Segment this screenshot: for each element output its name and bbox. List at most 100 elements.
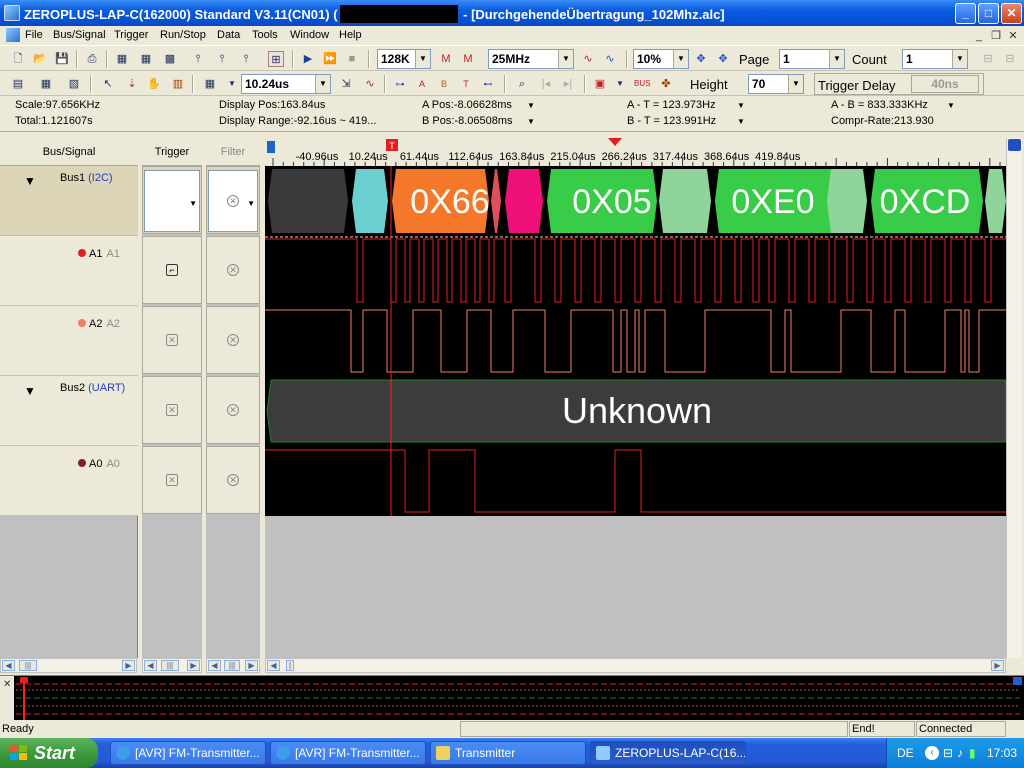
- list-view-icon[interactable]: ▤: [10, 76, 26, 92]
- task-browser-1[interactable]: [AVR] FM-Transmitter...: [110, 741, 266, 765]
- a-pos-dropdown-icon[interactable]: ▼: [527, 101, 535, 110]
- maximize-button[interactable]: □: [978, 3, 999, 24]
- grid-menu-icon[interactable]: ▦: [202, 76, 218, 92]
- expand-triangle-icon[interactable]: ▼: [24, 174, 36, 188]
- dont-care-icon[interactable]: ✕: [166, 334, 178, 346]
- dont-care-icon[interactable]: ✕: [166, 474, 178, 486]
- menu-run-stop[interactable]: Run/Stop: [160, 29, 206, 41]
- hand-tool-icon[interactable]: ✋: [146, 76, 162, 92]
- signal-row-bus2[interactable]: ▼ Bus2 (UART): [0, 376, 138, 446]
- trigger-delay-field[interactable]: 40ns: [911, 75, 979, 93]
- zoom-select[interactable]: 10% ▼: [633, 49, 689, 69]
- minimize-button[interactable]: _: [955, 3, 976, 24]
- filter-cell-a2[interactable]: ✕: [206, 306, 260, 374]
- start-button[interactable]: Start: [0, 738, 98, 768]
- time-up-icon[interactable]: ∿: [362, 76, 378, 92]
- open-folder-icon[interactable]: 📂: [32, 51, 48, 67]
- trigger-cell-bus1[interactable]: ▼: [142, 166, 202, 234]
- signal-row-a0[interactable]: A0 A0: [0, 446, 138, 516]
- trigger-cell-a2[interactable]: ✕: [142, 306, 202, 374]
- waveform-canvas[interactable]: 0X66 0X05 0XE0 0XCD Unknown: [265, 166, 1006, 516]
- overview-strip[interactable]: ✕: [0, 675, 1024, 721]
- close-button[interactable]: ✕: [1001, 3, 1022, 24]
- dont-care-icon[interactable]: ✕: [166, 404, 178, 416]
- signal-tool-3-icon[interactable]: ⫯: [238, 51, 254, 67]
- signal-row-bus1[interactable]: ▼ Bus1 (I2C): [0, 166, 138, 236]
- task-browser-2[interactable]: [AVR] FM-Transmitter...: [270, 741, 426, 765]
- signal-row-a2[interactable]: A2 A2: [0, 306, 138, 376]
- export-icon[interactable]: ▧: [66, 76, 82, 92]
- run-icon[interactable]: ▶: [300, 51, 316, 67]
- trigger-bus1-select[interactable]: ▼: [144, 170, 200, 232]
- signal-panel-scrollbar[interactable]: ◀ ||| ▶: [0, 658, 137, 673]
- document-icon[interactable]: [6, 28, 20, 42]
- zoom-out-icon[interactable]: ✥: [715, 51, 731, 67]
- filter-off-icon[interactable]: ✕: [227, 264, 239, 276]
- memory-up-icon[interactable]: M: [438, 51, 454, 67]
- memory-down-icon[interactable]: M: [460, 51, 476, 67]
- trigger-scrollbar[interactable]: ◀ ||| ▶: [142, 658, 202, 673]
- filter-off-icon[interactable]: ✕: [227, 474, 239, 486]
- rate-up-icon[interactable]: ∿: [580, 51, 596, 67]
- signal-row-a1[interactable]: A1 A1: [0, 236, 138, 306]
- a-b-dropdown-icon[interactable]: ▼: [947, 101, 955, 110]
- task-zeroplus[interactable]: ZEROPLUS-LAP-C(16...: [590, 741, 746, 765]
- signal-strength-icon[interactable]: ▮: [969, 746, 976, 760]
- menu-file[interactable]: File: [25, 29, 43, 41]
- trigger-settings-icon[interactable]: ⊞: [268, 51, 284, 67]
- task-folder[interactable]: Transmitter: [430, 741, 586, 765]
- signal-tool-1-icon[interactable]: ⫯: [190, 51, 206, 67]
- find-icon[interactable]: ⌕: [514, 76, 530, 92]
- waveform-scrollbar[interactable]: ◀ | ▶: [265, 658, 1006, 673]
- signal-tool-2-icon[interactable]: ⫯: [214, 51, 230, 67]
- menu-tools[interactable]: Tools: [252, 29, 278, 41]
- page-select[interactable]: 1 ▼: [779, 49, 845, 69]
- filter-cell-bus1[interactable]: ▼ ✕: [206, 166, 260, 234]
- time-down-icon[interactable]: ⇲: [338, 76, 354, 92]
- filter-cell-a1[interactable]: ✕: [206, 236, 260, 304]
- packet-icon[interactable]: ✤: [658, 76, 674, 92]
- grid-tool-2-icon[interactable]: ▦: [138, 51, 154, 67]
- tray-arrow-icon[interactable]: ‹: [925, 746, 939, 760]
- filter-off-icon[interactable]: ✕: [227, 404, 239, 416]
- memory-select[interactable]: 128K ▼: [377, 49, 431, 69]
- print-icon[interactable]: ⎙: [84, 51, 100, 67]
- bus-setup-icon[interactable]: BUS: [634, 76, 650, 92]
- b-t-dropdown-icon[interactable]: ▼: [737, 117, 745, 126]
- filter-cell-bus2[interactable]: ✕: [206, 376, 260, 444]
- rate-down-icon[interactable]: ∿: [602, 51, 618, 67]
- cursor-tool-icon[interactable]: ⇣: [124, 76, 140, 92]
- mdi-restore-icon[interactable]: ❐: [989, 29, 1003, 43]
- filter-off-icon[interactable]: ✕: [227, 195, 239, 207]
- grid-menu-arrow-icon[interactable]: ▼: [224, 76, 240, 92]
- bus-bar2-icon[interactable]: ⊷: [480, 76, 496, 92]
- run-repeat-icon[interactable]: ⏩: [322, 51, 338, 67]
- mdi-minimize-icon[interactable]: _: [972, 29, 986, 43]
- bus-ak-icon[interactable]: A: [414, 76, 430, 92]
- filter-scrollbar[interactable]: ◀ ||| ▶: [206, 658, 260, 673]
- height-select[interactable]: 70 ▼: [748, 74, 804, 94]
- table-view-icon[interactable]: ▦: [38, 76, 54, 92]
- save-icon[interactable]: 💾: [54, 51, 70, 67]
- network-icon[interactable]: ⊟: [943, 746, 953, 760]
- count-select[interactable]: 1 ▼: [902, 49, 968, 69]
- stop-icon[interactable]: ■: [344, 51, 360, 67]
- trigger-cell-a1[interactable]: ⌐: [142, 236, 202, 304]
- rising-edge-icon[interactable]: ⌐: [166, 264, 178, 276]
- pointer-tool-icon[interactable]: ↖: [100, 76, 116, 92]
- bus-bk-icon[interactable]: B: [436, 76, 452, 92]
- vertical-scrollbar[interactable]: [1006, 138, 1022, 658]
- grid-tool-1-icon[interactable]: ▦: [114, 51, 130, 67]
- b-pos-dropdown-icon[interactable]: ▼: [527, 117, 535, 126]
- scroll-marker-icon[interactable]: [1008, 139, 1021, 151]
- grid-tool-3-icon[interactable]: ▩: [162, 51, 178, 67]
- a-t-dropdown-icon[interactable]: ▼: [737, 101, 745, 110]
- measure-tool-icon[interactable]: ▥: [170, 76, 186, 92]
- trigger-cell-a0[interactable]: ✕: [142, 446, 202, 514]
- expand-triangle-icon[interactable]: ▼: [24, 384, 36, 398]
- bus-tk-icon[interactable]: T: [458, 76, 474, 92]
- menu-bus-signal[interactable]: Bus/Signal: [53, 29, 106, 41]
- filter-off-icon[interactable]: ✕: [227, 334, 239, 346]
- menu-window[interactable]: Window: [290, 29, 329, 41]
- new-file-icon[interactable]: 🗋: [10, 51, 26, 67]
